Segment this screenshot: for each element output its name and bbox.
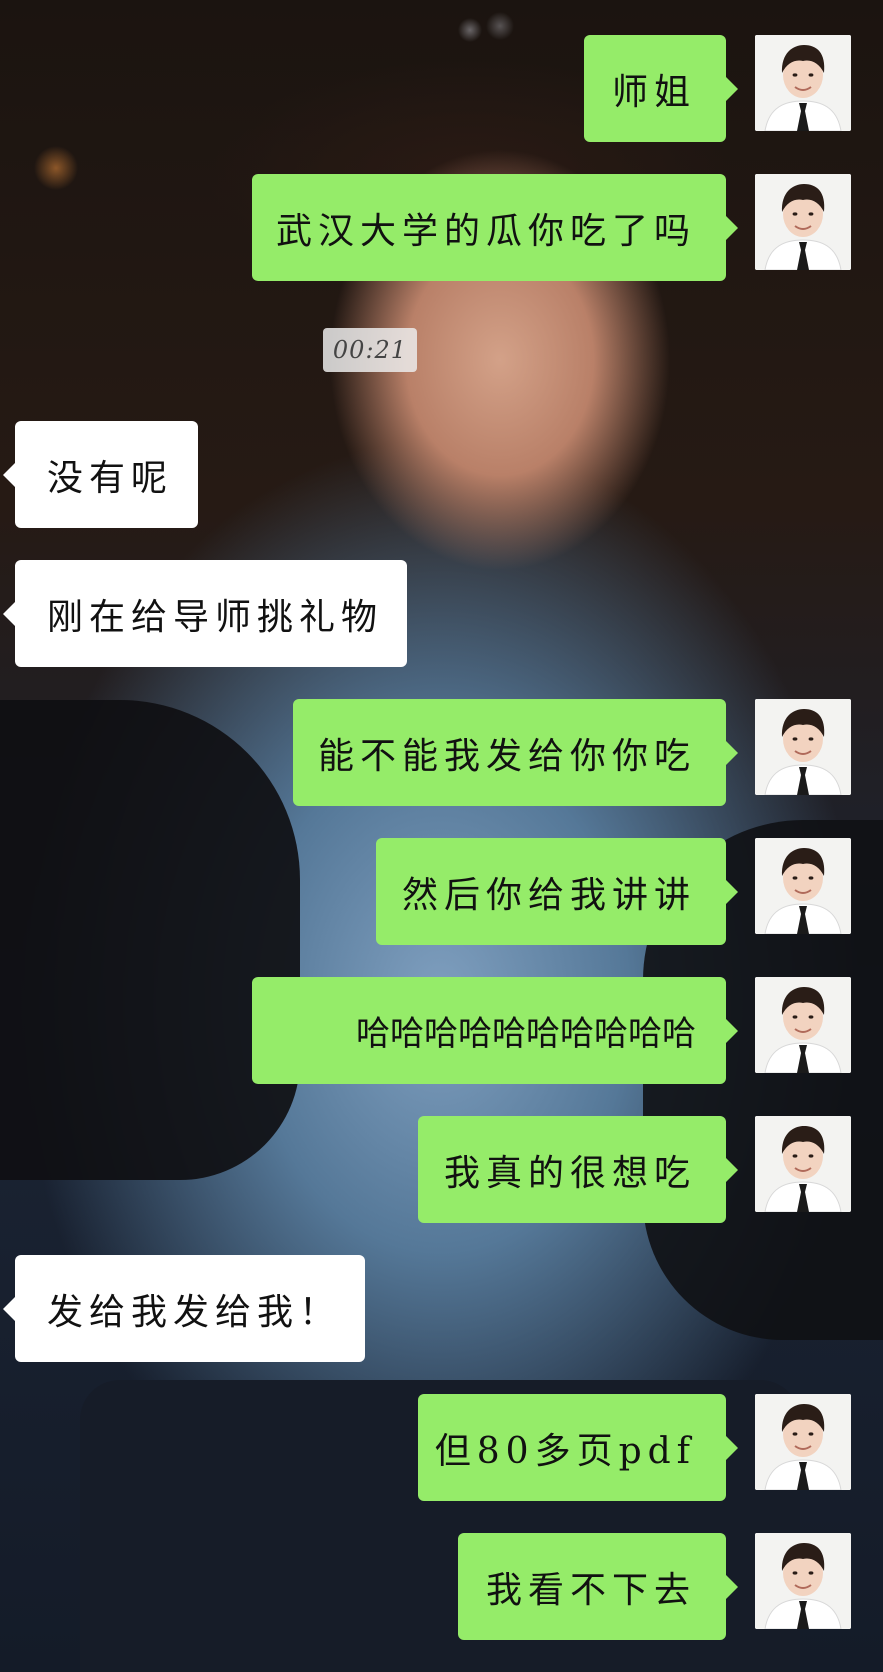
- message-text: 刚在给导师挑礼物: [47, 596, 384, 638]
- sender-avatar[interactable]: [755, 35, 851, 131]
- message-bubble-sent[interactable]: 师姐: [584, 35, 738, 142]
- message-text: 武汉大学的瓜你吃了吗: [275, 210, 696, 252]
- sender-avatar[interactable]: [755, 1394, 851, 1490]
- message-text: 哈哈哈哈哈哈哈哈哈哈: [356, 1014, 696, 1054]
- message-text: 但80多页pdf: [434, 1430, 696, 1472]
- message-text: 发给我发给我！: [47, 1291, 342, 1333]
- message-bubble-sent[interactable]: 然后你给我讲讲: [376, 838, 738, 945]
- message-bubble-sent[interactable]: 我真的很想吃: [418, 1116, 738, 1223]
- message-bubble-received[interactable]: 刚在给导师挑礼物: [3, 560, 407, 667]
- sender-avatar[interactable]: [755, 1116, 851, 1212]
- message-bubble-received[interactable]: 没有呢: [3, 421, 198, 528]
- message-text: 没有呢: [47, 457, 174, 499]
- sender-avatar[interactable]: [755, 1533, 851, 1629]
- message-text: 我看不下去: [485, 1569, 696, 1611]
- message-bubble-sent[interactable]: 我看不下去: [458, 1533, 738, 1640]
- message-timestamp: 00:21: [323, 328, 417, 372]
- message-bubble-sent[interactable]: 哈哈哈哈哈哈哈哈哈哈: [252, 977, 738, 1084]
- message-text: 我真的很想吃: [443, 1152, 696, 1194]
- message-bubble-sent[interactable]: 武汉大学的瓜你吃了吗: [252, 174, 738, 281]
- message-bubble-sent[interactable]: 但80多页pdf: [418, 1394, 738, 1501]
- sender-avatar[interactable]: [755, 174, 851, 270]
- message-bubble-received[interactable]: 发给我发给我！: [3, 1255, 365, 1362]
- sender-avatar[interactable]: [755, 838, 851, 934]
- background-figure-shape: [0, 700, 300, 1180]
- sender-avatar[interactable]: [755, 977, 851, 1073]
- message-text: 能不能我发给你你吃: [317, 735, 696, 777]
- sender-avatar[interactable]: [755, 699, 851, 795]
- message-bubble-sent[interactable]: 能不能我发给你你吃: [293, 699, 738, 806]
- message-text: 然后你给我讲讲: [401, 874, 696, 916]
- message-text: 师姐: [611, 71, 696, 113]
